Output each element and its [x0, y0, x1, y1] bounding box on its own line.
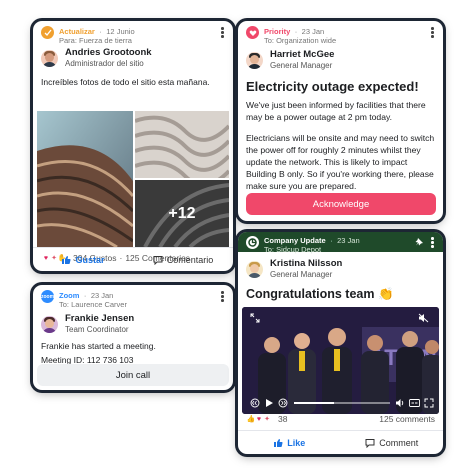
video-controls [242, 392, 439, 414]
author-name[interactable]: Andries Grootoonk [65, 47, 152, 58]
post-paragraph-1: We've just been informed by facilities t… [246, 100, 426, 122]
fullscreen-icon[interactable] [424, 398, 434, 408]
author-name[interactable]: Kristina Nilsson [270, 258, 342, 269]
comments-count[interactable]: 125 comments [379, 414, 435, 424]
author-row: Andries Grootoonk Administrador del siti… [33, 43, 233, 73]
mute-icon[interactable] [418, 313, 429, 323]
author-role: General Manager [270, 270, 333, 279]
photo-architecture[interactable] [37, 111, 133, 247]
priority-post-card: Priority · 23 Jan To: Organization wide … [238, 21, 443, 221]
more-photos-count[interactable]: +12 [135, 180, 229, 247]
zoom-post-card: zoom Zoom · 23 Jan To: Laurence Carver F… [33, 285, 233, 390]
likes-count[interactable]: 38 [278, 414, 287, 424]
comment-label: Comment [379, 437, 419, 448]
party-reaction-icon: ✦ [262, 414, 272, 424]
app-name: Company Update [264, 236, 326, 245]
author-role: Administrador del sitio [65, 59, 144, 68]
pin-icon[interactable] [415, 237, 424, 246]
comment-icon [153, 255, 163, 265]
like-button[interactable]: Like [238, 438, 341, 448]
audience-label: To: Organization wide [264, 36, 337, 45]
post-title: Electricity outage expected! [246, 79, 419, 94]
join-call-button[interactable]: Join call [37, 364, 229, 386]
post-header: Company Update · 23 Jan To: Sidcup Depot [238, 232, 443, 254]
audience-label: To: Sidcup Depot [264, 244, 322, 254]
comment-button[interactable]: Comentario [133, 255, 233, 265]
app-name: Priority [264, 27, 291, 36]
video-progress-fill [294, 402, 335, 404]
post-header: zoom Zoom · 23 Jan To: Laurence Carver [33, 285, 233, 309]
comment-icon [365, 438, 375, 448]
more-options-icon[interactable] [431, 27, 435, 38]
rewind-icon[interactable] [250, 398, 260, 408]
video-player[interactable]: ATION [242, 307, 439, 414]
post-body: Increíbles fotos de todo el sitio esta m… [41, 77, 210, 87]
zoom-app-icon: zoom [41, 290, 54, 303]
audience-label: Para: Fuerza de tierra [59, 36, 132, 45]
post-date: 23 Jan [337, 236, 360, 245]
author-row: Frankie Jensen Team Coordinator [33, 307, 233, 339]
more-options-icon[interactable] [221, 291, 225, 302]
acknowledge-button[interactable]: Acknowledge [246, 193, 436, 215]
forward-icon[interactable] [278, 398, 288, 408]
comment-button[interactable]: Comment [341, 438, 444, 448]
expand-icon[interactable] [250, 313, 260, 323]
priority-app-icon [246, 26, 259, 39]
post-header: Actualizar · 12 Junio Para: Fuerza de ti… [33, 21, 233, 45]
thumbs-up-icon [62, 255, 71, 264]
volume-icon[interactable] [395, 398, 405, 408]
reaction-summary[interactable]: 👍 ♥ ✦ 38 125 comments [238, 414, 443, 424]
like-button[interactable]: Gustar [33, 255, 133, 265]
update-app-icon [41, 26, 54, 39]
author-name[interactable]: Harriet McGee [270, 49, 334, 60]
more-options-icon[interactable] [431, 237, 435, 248]
play-icon[interactable] [264, 398, 274, 408]
post-actions: Like Comment [238, 430, 443, 454]
post-actions: Gustar Comentario [33, 247, 233, 271]
avatar[interactable] [41, 315, 58, 333]
audience-label: To: Laurence Carver [59, 300, 127, 309]
author-name[interactable]: Frankie Jensen [65, 313, 134, 324]
update-post-card: Actualizar · 12 Junio Para: Fuerza de ti… [33, 21, 233, 271]
author-row: Kristina Nilsson General Manager [238, 252, 443, 284]
post-paragraph-2: Electricians will be onsite and may need… [246, 133, 435, 191]
more-options-icon[interactable] [221, 27, 225, 38]
photo-waves[interactable] [135, 111, 229, 178]
app-name: Actualizar [59, 27, 95, 36]
post-date: 23 Jan [301, 27, 325, 36]
author-role: General Manager [270, 61, 333, 70]
photo-more[interactable]: +12 [135, 180, 229, 247]
author-row: Harriet McGee General Manager [238, 43, 443, 75]
post-date: 23 Jan [90, 291, 114, 300]
company-update-card: Company Update · 23 Jan To: Sidcup Depot… [238, 232, 443, 454]
avatar[interactable] [41, 49, 58, 67]
post-title: Congratulations team 👏 [246, 287, 394, 301]
avatar[interactable] [246, 51, 263, 69]
video-progress-track[interactable] [294, 402, 390, 404]
like-label: Like [287, 437, 306, 448]
post-header: Priority · 23 Jan To: Organization wide [238, 21, 443, 45]
meeting-started-text: Frankie has started a meeting. [41, 341, 156, 351]
author-role: Team Coordinator [65, 325, 129, 334]
like-label: Gustar [75, 254, 105, 265]
photo-grid[interactable]: +12 [37, 111, 229, 247]
post-date: 12 Junio [106, 27, 135, 36]
app-name: Zoom [59, 291, 80, 300]
company-app-icon [246, 236, 259, 249]
thumbs-up-icon [274, 438, 283, 447]
comment-label: Comentario [166, 254, 214, 265]
captions-icon[interactable] [409, 398, 420, 408]
avatar[interactable] [246, 260, 263, 278]
